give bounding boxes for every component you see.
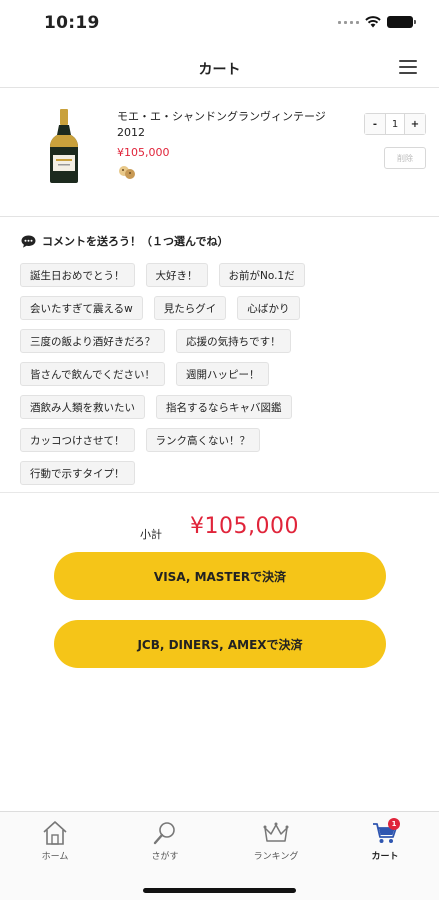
page-title: カート [198,62,241,78]
comment-chip[interactable]: 応援の気持ちです！ [176,329,291,353]
chat-bubble-icon [21,235,36,248]
chip-row: 会いたすぎて震えるw 見たらグイ 心ばかり [20,296,420,320]
comment-chip[interactable]: 心ばかり [237,296,300,320]
subtotal: 小計 ¥105,000 [0,512,439,546]
tab-ranking-label: ランキング [253,852,299,862]
status-time: 10:19 [44,13,100,33]
tab-home-label: ホーム [41,852,69,862]
product-name: モエ・エ・シャンドングランヴィンテージ2012 [117,110,326,139]
cart-count-badge: 1 [388,818,400,830]
magnifier-icon [153,822,175,845]
product-badge-icon [119,166,135,179]
chip-row: 誕生日おめでとう！ 大好き！ お前がNo.1だ [20,263,420,287]
comment-chip[interactable]: 見たらグイ [153,296,227,320]
tab-ranking[interactable]: ランキング [236,820,316,862]
comment-section: コメントを送ろう！（１つ選んでね） 誕生日おめでとう！ 大好き！ お前がNo.1… [0,218,439,493]
home-indicator [143,888,296,893]
comment-chip[interactable]: お前がNo.1だ [218,263,305,287]
chip-row: 行動で示すタイプ！ [20,461,420,485]
cart-item: モエ・エ・シャンドングランヴィンテージ2012 ¥105,000 - 1 + 削… [0,89,439,217]
subtotal-value: ¥105,000 [190,514,299,539]
product-price: ¥105,000 [117,146,170,159]
quantity-value: 1 [385,114,405,134]
tab-search-label: さがす [151,852,179,862]
tab-cart[interactable]: 1 カート [345,818,425,862]
subtotal-label: 小計 [140,528,162,541]
hamburger-menu-icon[interactable] [399,60,417,74]
comment-chip[interactable]: 皆さんで飲んでください！ [20,362,165,386]
delete-item-button[interactable]: 削除 [384,147,426,169]
chip-row: 三度の飯より酒好きだろ？ 応援の気持ちです！ [20,329,420,353]
status-icons [338,16,416,28]
tab-bar: ホーム さがす ランキング 1 カート [0,811,439,900]
comment-chip[interactable]: ランク高くない！？ [145,428,260,452]
comment-chip[interactable]: カッコつけさせて！ [20,428,135,452]
comment-heading-text: コメントを送ろう！（１つ選んでね） [42,235,229,248]
comment-chip[interactable]: 酒飲み人類を救いたい [20,395,145,419]
chip-row: 酒飲み人類を救いたい 指名するならキャバ図鑑 [20,395,420,419]
battery-icon [387,16,416,28]
tab-cart-label: カート [371,852,399,862]
comment-chip[interactable]: 週開ハッピー！ [175,362,270,386]
chip-row: 皆さんで飲んでください！ 週開ハッピー！ [20,362,420,386]
nav-bar: カート [0,48,439,88]
increase-quantity-button[interactable]: + [405,114,425,134]
comment-chip[interactable]: 誕生日おめでとう！ [20,263,135,287]
comment-chip-list: 誕生日おめでとう！ 大好き！ お前がNo.1だ 会いたすぎて震えるw 見たらグイ… [20,263,420,494]
comment-chip[interactable]: 大好き！ [145,263,208,287]
status-bar: 10:19 [0,0,439,48]
decrease-quantity-button[interactable]: - [365,114,385,134]
pay-jcb-diners-amex-button[interactable]: JCB, DINERS, AMEXで決済 [54,620,386,668]
comment-heading: コメントを送ろう！（１つ選んでね） [21,233,228,249]
tab-search[interactable]: さがす [125,820,205,862]
chip-row: カッコつけさせて！ ランク高くない！？ [20,428,420,452]
wifi-icon [365,16,381,28]
tab-home[interactable]: ホーム [15,820,95,862]
signal-icon [338,20,359,24]
comment-chip[interactable]: 行動で示すタイプ！ [20,461,135,485]
crown-icon [263,822,289,842]
champagne-bottle-image [50,109,78,183]
pay-visa-master-button[interactable]: VISA, MASTERで決済 [54,552,386,600]
comment-chip[interactable]: 指名するならキャバ図鑑 [156,395,292,419]
quantity-stepper: - 1 + [364,113,426,135]
comment-chip[interactable]: 三度の飯より酒好きだろ？ [20,329,166,353]
comment-chip[interactable]: 会いたすぎて震えるw [20,296,143,320]
home-icon [43,821,67,845]
